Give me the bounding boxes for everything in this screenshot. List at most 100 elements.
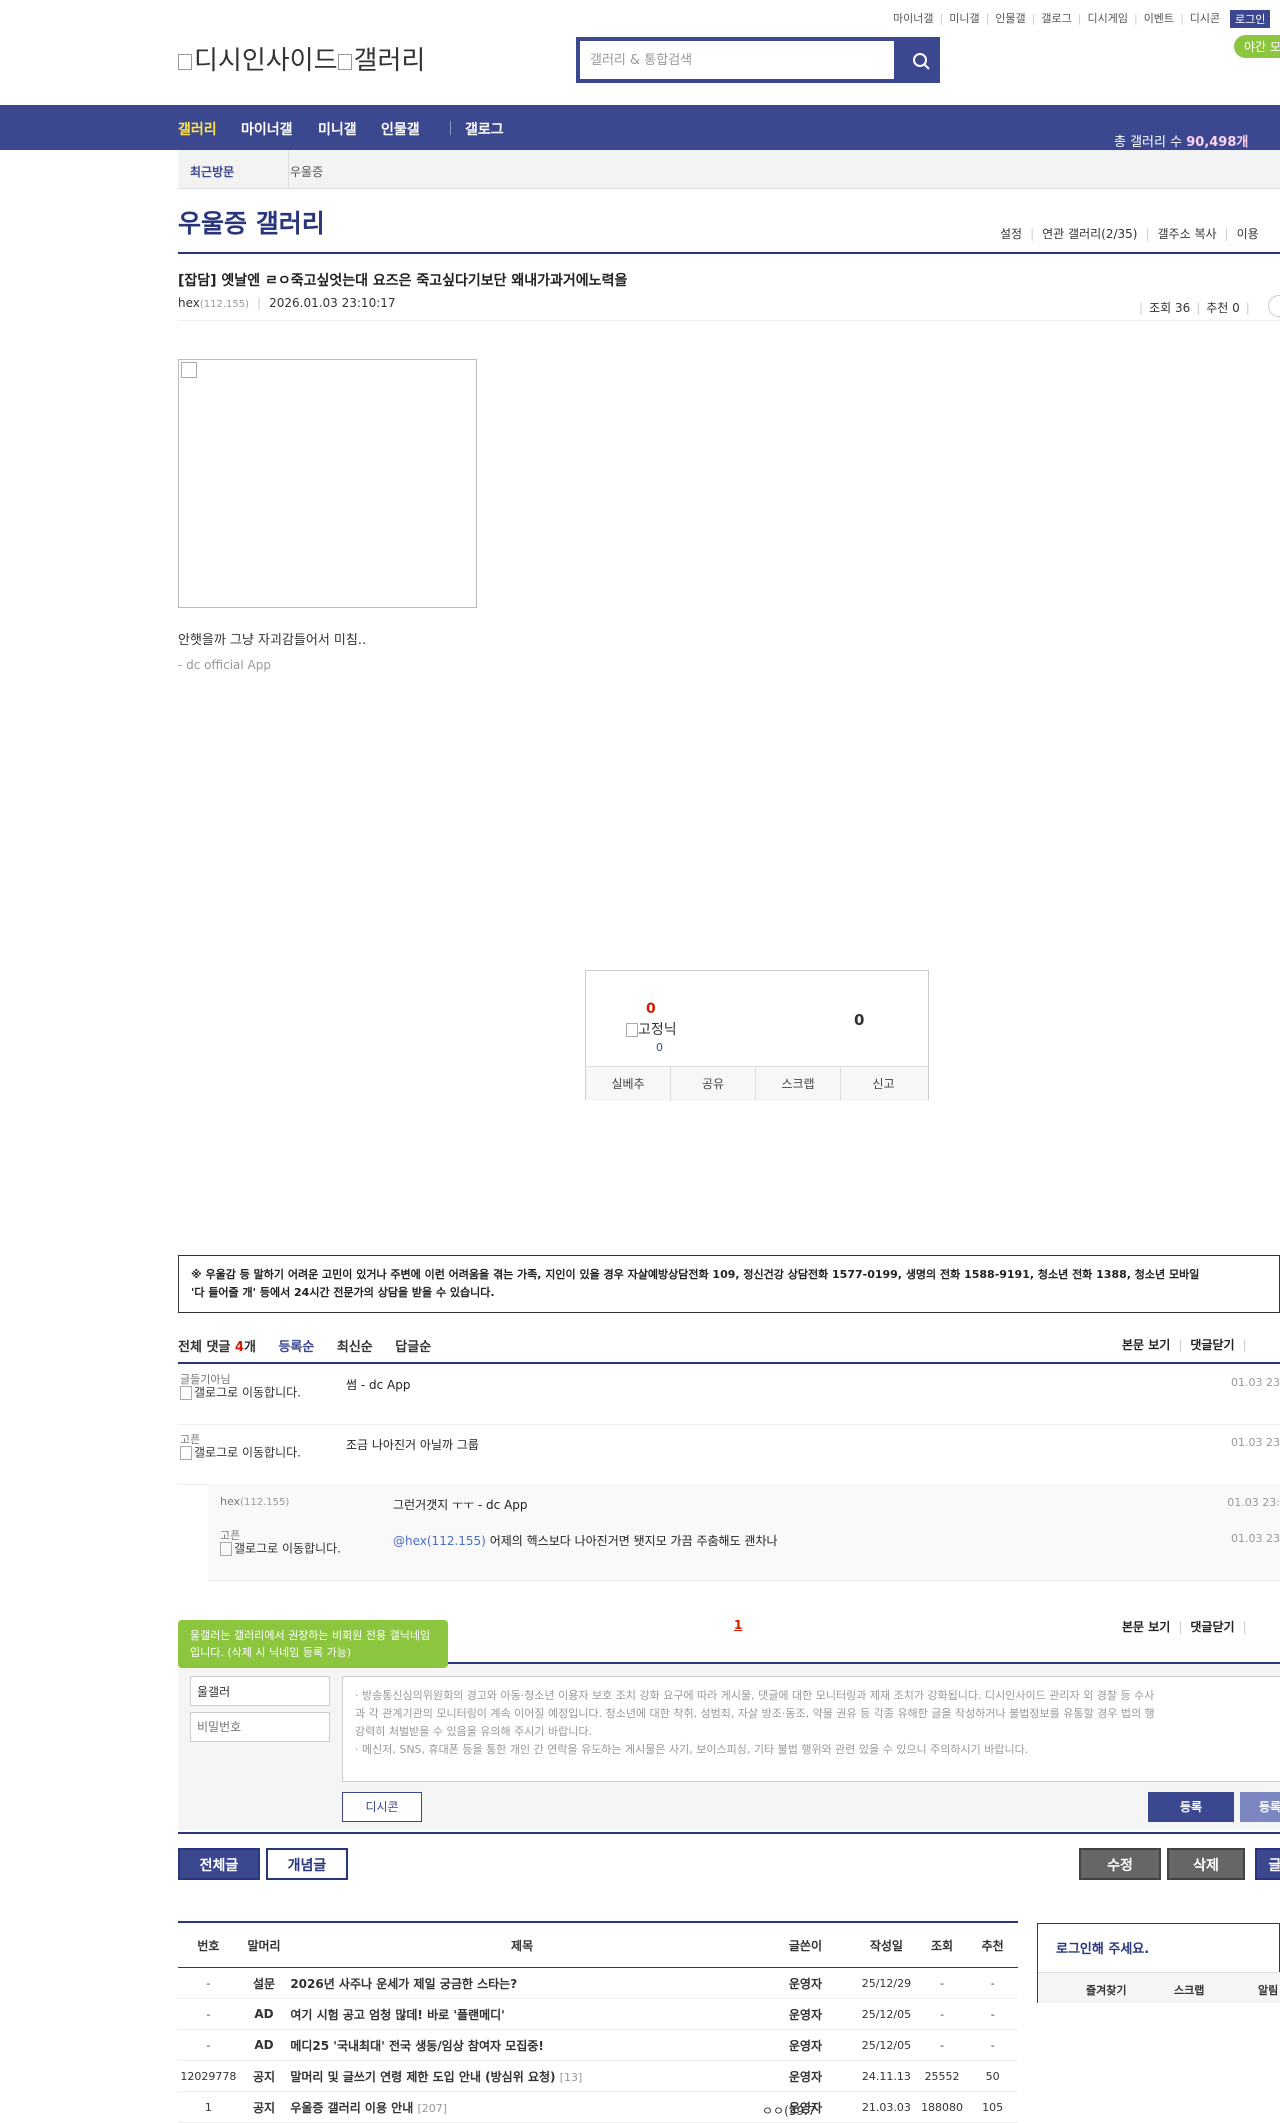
alerts-link[interactable]: 알림 <box>1258 1982 1278 1998</box>
comment-text: 썸 - dc App <box>346 1378 411 1392</box>
top-link-mini[interactable]: 미니갤 <box>949 12 979 25</box>
best-recommend-button[interactable]: 실베추 <box>586 1067 671 1101</box>
reply-item: 고픈 갤로그로 이동합니다. @hex(112.155) 어제의 헥스보다 나아진… <box>208 1520 1280 1581</box>
gallog-image[interactable]: 갤로그로 이동합니다. <box>220 1542 341 1556</box>
write-button[interactable]: 글 <box>1255 1848 1280 1880</box>
top-link-person[interactable]: 인물갤 <box>995 12 1025 25</box>
view-post-button[interactable]: 본문 보기 <box>1122 1620 1170 1634</box>
nav-person[interactable]: 인물갤 <box>381 119 420 139</box>
edit-button[interactable]: 수정 <box>1079 1848 1161 1880</box>
nav-minor[interactable]: 마이너갤 <box>241 119 293 139</box>
comment-submit-recommend-button[interactable]: 등록 <box>1240 1792 1280 1822</box>
dccon-button[interactable]: 디시콘 <box>342 1792 422 1822</box>
col-views[interactable]: 조회 <box>916 1922 968 1968</box>
view-post-button[interactable]: 본문 보기 <box>1122 1338 1170 1352</box>
help-notice-line: '다 들어줄 개' 등에서 24시간 전문가의 상담을 받을 수 있습니다. <box>191 1286 495 1299</box>
top-utility-links: 마이너갤 | 미니갤 | 인물갤 | 갤로그 | 디시게임 | 이벤트 | 디시콘 <box>893 12 1221 25</box>
help-notice: ※ 우울감 등 말하기 어려운 고민이 있거나 주변에 이런 어려움을 겪는 가… <box>178 1255 1280 1313</box>
sort-replies[interactable]: 답글순 <box>395 1340 431 1355</box>
comment-nick[interactable]: 글들기아님 갤로그로 이동합니다. <box>180 1374 301 1400</box>
top-link-minor[interactable]: 마이너갤 <box>893 12 933 25</box>
close-comments-button[interactable]: 댓글닫기 <box>1190 1620 1234 1634</box>
delete-button[interactable]: 삭제 <box>1167 1848 1245 1880</box>
nav-gallog[interactable]: 갤로그 <box>465 119 504 139</box>
comment-date: 01.03 23 <box>1231 1376 1280 1389</box>
comment-mention[interactable]: @hex(112.155) <box>393 1534 486 1548</box>
password-field[interactable] <box>190 1712 330 1742</box>
table-row[interactable]: - AD 여기 시험 공고 엄청 많데! 바로 '플랜메디' 운영자 25/12/0… <box>178 1998 1018 2030</box>
recent-visit-item[interactable]: 우울증 <box>290 163 323 180</box>
sort-registered[interactable]: 등록순 <box>278 1340 314 1355</box>
table-row[interactable]: - AD 메디25 '국내최대' 전국 생동/임상 참여자 모집중! 운영자 25/… <box>178 2029 1018 2061</box>
comment-nick[interactable]: 고픈 갤로그로 이동합니다. <box>180 1434 301 1460</box>
share-button[interactable]: 공유 <box>671 1067 756 1101</box>
recommend-down-count[interactable]: 0 <box>854 1011 864 1029</box>
logo-text-dcinside: 디시인사이드 <box>194 46 338 76</box>
post-link[interactable]: 여기 시험 공고 엄청 많데! 바로 '플랜메디' <box>290 2008 505 2022</box>
table-row[interactable]: 12029778 공지 말머리 및 글쓰기 연령 제한 도입 안내 (방심위 요청… <box>178 2060 1018 2092</box>
recommend-up-count[interactable]: 0 <box>646 1001 656 1017</box>
top-link-dccon[interactable]: 디시콘 <box>1190 12 1220 25</box>
main-nav: 갤러리 마이너갤 미니갤 인물갤 갤로그 총 갤러리 수 90,498개 <box>0 105 1280 150</box>
post-link[interactable]: 말머리 및 글쓰기 연령 제한 도입 안내 (방심위 요청) <box>290 2070 555 2084</box>
gallog-image[interactable]: 갤로그로 이동합니다. <box>180 1386 301 1400</box>
post-list: 번호 말머리 제목 글쓴이 작성일 조회 추천 - 설문 2026년 사주나 운세… <box>178 1921 1018 2123</box>
comment-item: 글들기아님 갤로그로 이동합니다. 썸 - dc App 01.03 23 <box>178 1364 1280 1425</box>
report-button[interactable]: 신고 <box>841 1067 926 1101</box>
related-gallery-link[interactable]: 연관 갤러리(2/35) <box>1042 227 1137 241</box>
gallog-image[interactable]: 갤로그로 이동합니다. <box>180 1446 301 1460</box>
close-comments-button[interactable]: 댓글닫기 <box>1190 1338 1234 1352</box>
fixed-nick-count: 0 <box>656 1041 663 1054</box>
post-author[interactable]: hex <box>178 296 200 310</box>
sort-latest[interactable]: 최신순 <box>337 1340 373 1355</box>
col-date: 작성일 <box>856 1922 917 1968</box>
post-link[interactable]: 우울증 갤러리 이용 안내 <box>290 2101 413 2115</box>
post-link[interactable]: 2026년 사주나 운세가 제일 궁금한 스타는? <box>290 1977 517 1991</box>
top-link-dcgame[interactable]: 디시게임 <box>1087 12 1127 25</box>
comment-page-1[interactable]: 1 <box>734 1618 742 1632</box>
col-recommend[interactable]: 추천 <box>967 1922 1018 1968</box>
scrap-button[interactable]: 스크랩 <box>756 1067 841 1101</box>
comment-nick[interactable]: hex(112.155) <box>220 1496 289 1509</box>
top-link-gallog[interactable]: 갤로그 <box>1041 12 1071 25</box>
all-posts-button[interactable]: 전체글 <box>178 1848 260 1880</box>
search-box <box>576 37 940 83</box>
broken-image-icon <box>626 1023 638 1037</box>
comment-textarea[interactable]: · 방송통신심의위원회의 경고와 아동·청소년 이용자 보호 조치 강화 요구에… <box>342 1676 1280 1782</box>
broken-image-icon <box>178 53 192 70</box>
site-logo[interactable]: 디시인사이드 갤러리 <box>178 40 425 77</box>
post-datetime: 2026.01.03 23:10:17 <box>269 296 396 310</box>
search-button[interactable] <box>894 41 936 79</box>
post-recommend: 추천 0 <box>1206 301 1240 315</box>
divider <box>178 1832 1280 1834</box>
login-button[interactable]: 로그인 <box>1230 10 1271 28</box>
concept-posts-button[interactable]: 개념글 <box>266 1848 348 1880</box>
comment-nick[interactable]: 고픈 갤로그로 이동합니다. <box>220 1530 341 1556</box>
help-notice-line: ※ 우울감 등 말하기 어려운 고민이 있거나 주변에 이런 어려움을 겪는 가… <box>191 1268 1200 1281</box>
col-title: 제목 <box>289 1922 755 1968</box>
col-subject[interactable]: 말머리 <box>238 1922 290 1968</box>
nav-mini[interactable]: 미니갤 <box>318 119 357 139</box>
scrap-link[interactable]: 스크랩 <box>1174 1982 1204 1998</box>
post-link[interactable]: 메디25 '국내최대' 전국 생동/임상 참여자 모집중! <box>290 2039 544 2053</box>
comment-text: @hex(112.155) 어제의 헥스보다 나아진거면 됏지모 가끔 주춤해도… <box>393 1534 778 1548</box>
broken-image-icon <box>181 362 197 378</box>
more-options-icon[interactable] <box>1268 295 1280 317</box>
comment-count: 4 <box>234 1340 244 1355</box>
login-message[interactable]: 로그인해 주세요. <box>1056 1938 1149 1957</box>
comment-write-area: · 방송통신심의위원회의 경고와 아동·청소년 이용자 보호 조치 강화 요구에… <box>178 1664 1280 1830</box>
gallery-title[interactable]: 우울증 갤러리 <box>178 204 325 240</box>
post-stats: | 조회 36 | 추천 0 | <box>1139 301 1250 315</box>
favorites-link[interactable]: 즐겨찾기 <box>1086 1982 1126 1998</box>
top-link-event[interactable]: 이벤트 <box>1144 12 1174 25</box>
table-row[interactable]: 1 공지 우울증 갤러리 이용 안내 [207] 운영자 21.03.03 18808… <box>178 2091 1018 2123</box>
comment-submit-button[interactable]: 등록 <box>1148 1792 1234 1822</box>
gallery-usage-link[interactable]: 이용 <box>1237 227 1259 241</box>
night-mode-toggle[interactable]: 야간 모 <box>1234 35 1280 58</box>
search-input[interactable] <box>580 41 898 79</box>
copy-address-link[interactable]: 갤주소 복사 <box>1158 227 1217 241</box>
nav-gallery[interactable]: 갤러리 <box>178 119 217 139</box>
nickname-field[interactable] <box>190 1676 330 1706</box>
gallery-settings-link[interactable]: 설정 <box>1000 227 1022 241</box>
table-row[interactable]: - 설문 2026년 사주나 운세가 제일 궁금한 스타는? 운영자 25/12/2… <box>178 1967 1018 1999</box>
